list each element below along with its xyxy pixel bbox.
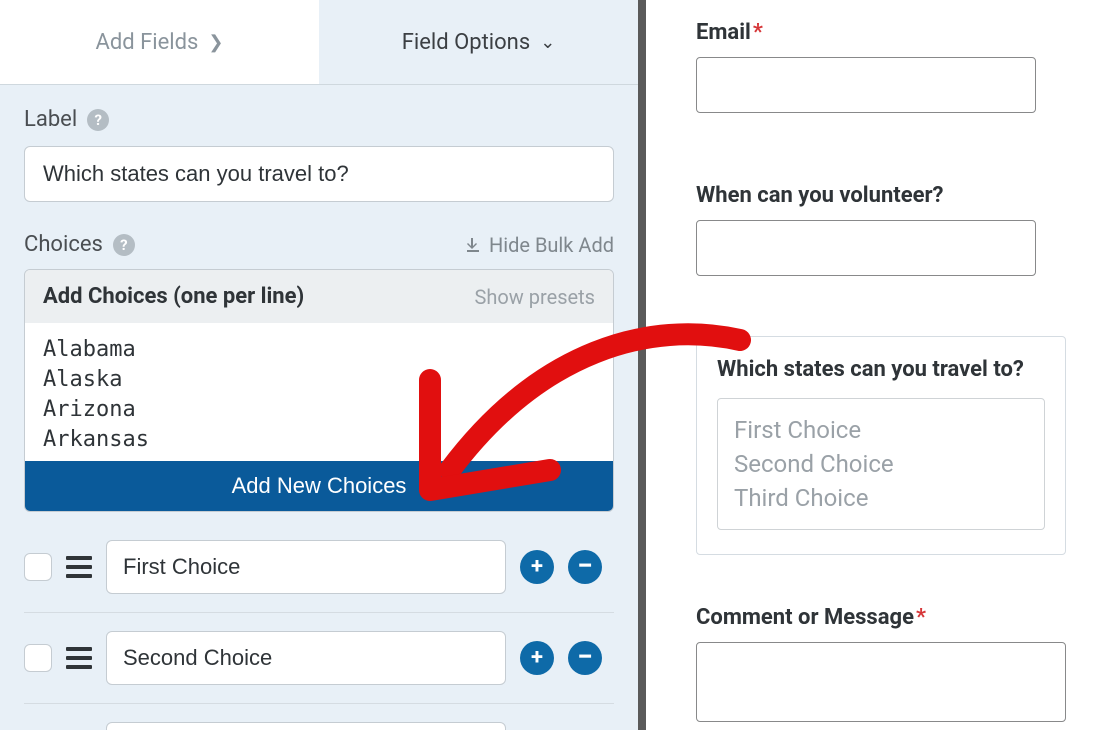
add-choice-button[interactable]: + <box>520 641 554 675</box>
preview-choice: Second Choice <box>734 447 1028 481</box>
preview-field-volunteer: When can you volunteer? <box>696 183 1096 276</box>
preview-field-states[interactable]: Which states can you travel to? First Ch… <box>696 336 1066 555</box>
required-asterisk: * <box>916 605 926 630</box>
label-heading-row: Label ? <box>24 107 614 132</box>
drag-handle-icon[interactable] <box>66 556 92 578</box>
bulk-add-box: Add Choices (one per line) Show presets … <box>24 269 614 512</box>
choice-row: + − <box>24 704 614 730</box>
bulk-add-title: Add Choices (one per line) <box>43 284 304 309</box>
field-options-panel: Add Fields ❯ Field Options ⌄ Label ? Cho… <box>0 0 646 730</box>
form-preview-pane: Email* When can you volunteer? Which sta… <box>646 0 1116 730</box>
choice-list: + − + − + − <box>24 532 614 730</box>
tab-field-options[interactable]: Field Options ⌄ <box>319 0 638 84</box>
choices-heading-row: Choices ? <box>24 232 135 257</box>
label-heading: Label <box>24 107 77 132</box>
chevron-down-icon: ⌄ <box>540 32 555 53</box>
preview-field-email: Email* <box>696 20 1096 113</box>
choice-default-checkbox[interactable] <box>24 644 52 672</box>
choice-row: + − <box>24 613 614 704</box>
choices-heading: Choices <box>24 232 103 257</box>
help-icon[interactable]: ? <box>113 234 135 256</box>
choice-row: + − <box>24 532 614 613</box>
choice-default-checkbox[interactable] <box>24 553 52 581</box>
preview-choice: First Choice <box>734 413 1028 447</box>
drag-handle-icon[interactable] <box>66 647 92 669</box>
choice-input[interactable] <box>106 631 506 685</box>
bulk-add-textarea[interactable] <box>25 323 613 457</box>
choice-input[interactable] <box>106 540 506 594</box>
tab-add-fields-label: Add Fields <box>95 30 198 55</box>
required-asterisk: * <box>753 20 763 45</box>
panel-tabs: Add Fields ❯ Field Options ⌄ <box>0 0 638 85</box>
volunteer-input[interactable] <box>696 220 1036 276</box>
comment-label: Comment or Message <box>696 605 914 630</box>
help-icon[interactable]: ? <box>87 109 109 131</box>
hide-bulk-label: Hide Bulk Add <box>489 233 614 257</box>
field-label-input[interactable] <box>24 146 614 202</box>
tab-add-fields[interactable]: Add Fields ❯ <box>0 0 319 84</box>
email-input[interactable] <box>696 57 1036 113</box>
comment-textarea[interactable] <box>696 642 1066 722</box>
remove-choice-button[interactable]: − <box>568 550 602 584</box>
show-presets-link[interactable]: Show presets <box>474 285 595 309</box>
chevron-right-icon: ❯ <box>208 32 223 53</box>
add-new-choices-button[interactable]: Add New Choices <box>25 461 613 511</box>
states-label: Which states can you travel to? <box>717 357 1045 382</box>
add-choice-button[interactable]: + <box>520 550 554 584</box>
hide-bulk-add-link[interactable]: Hide Bulk Add <box>465 233 614 257</box>
states-choices-box: First Choice Second Choice Third Choice <box>717 398 1045 530</box>
tab-field-options-label: Field Options <box>402 30 530 55</box>
preview-field-comment: Comment or Message* <box>696 605 1096 722</box>
download-icon <box>465 237 481 253</box>
remove-choice-button[interactable]: − <box>568 641 602 675</box>
preview-choice: Third Choice <box>734 481 1028 515</box>
email-label: Email <box>696 20 751 45</box>
choice-input[interactable] <box>106 722 506 730</box>
volunteer-label: When can you volunteer? <box>696 183 944 208</box>
